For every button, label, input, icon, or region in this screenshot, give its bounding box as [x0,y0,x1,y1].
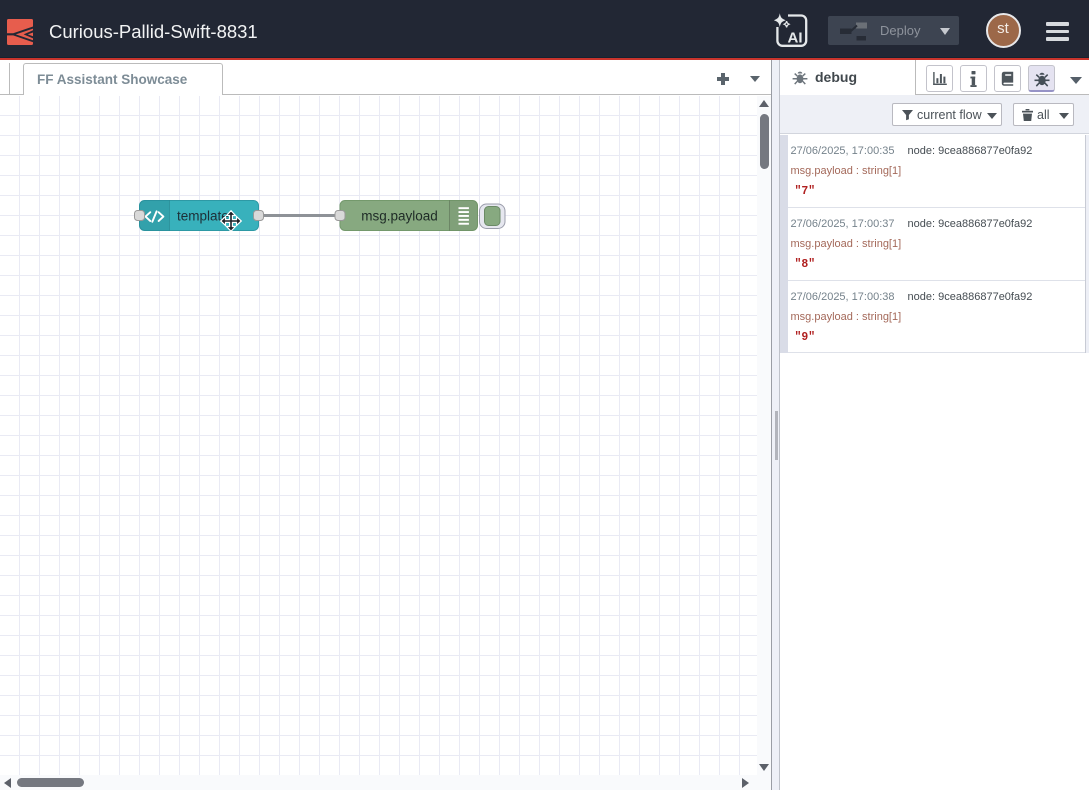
svg-text:msg.payload: msg.payload [361,208,438,223]
svg-text:AI: AI [788,30,803,47]
